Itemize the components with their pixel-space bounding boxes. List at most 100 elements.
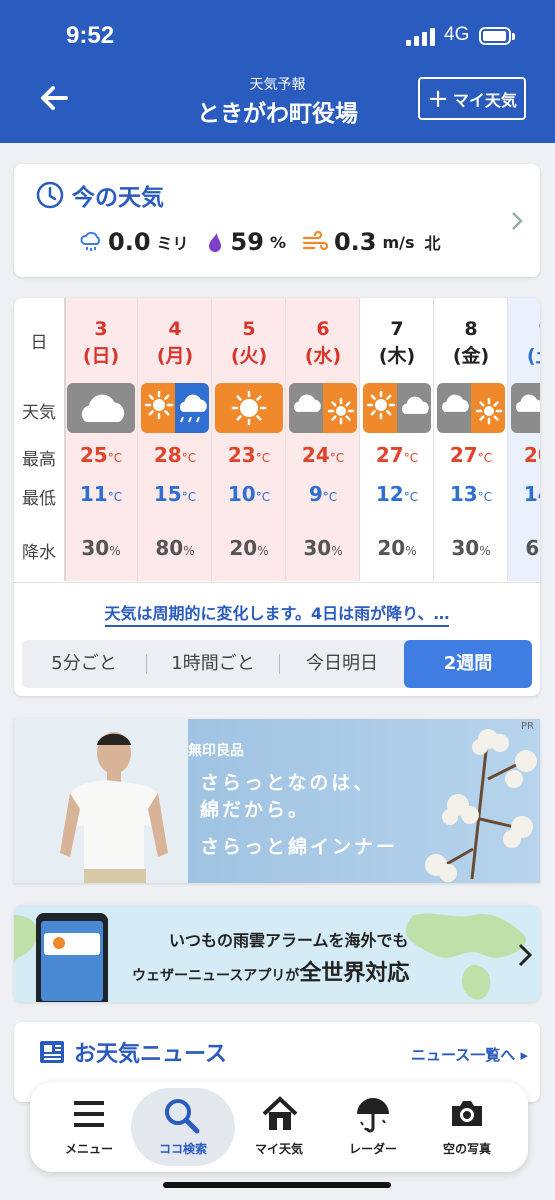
forecast-day-column[interactable]: 6 (水) 24°C 9°C 30% [286,298,360,581]
forecast-high: 27°C [360,443,434,467]
tabbar-radar[interactable]: レーダー [324,1082,422,1172]
forecast-low: 13°C [434,482,508,506]
row-label-low: 最低 [22,489,56,509]
forecast-low: 15°C [138,482,212,506]
precip-unit: % [183,544,195,558]
forecast-date: 5 (火) [212,316,286,370]
grid-divider [64,298,66,581]
ad-copy-line3: さらっと綿インナー [200,836,399,858]
home-indicator [163,1182,391,1188]
forecast-precip-value: 30 [451,536,480,560]
forecast-summary-link[interactable]: 天気は周期的に変化します。4日は雨が降り、… [14,600,540,627]
status-time: 9:52 [66,22,115,49]
forecast-high-value: 28 [153,443,182,467]
tabbar-sky-photos[interactable]: 空の写真 [418,1082,516,1172]
rain-cloud-icon [80,231,101,251]
forecast-day-num: 3 [94,318,108,340]
battery-icon [479,27,515,45]
forecast-low: 14°C [508,482,540,506]
tabbar-search[interactable]: ココ検索 [131,1088,235,1166]
network-label: 4G [444,24,470,45]
temp-unit: °C [403,490,419,504]
forecast-day-column[interactable]: 8 (金) 27°C 13°C 30% [434,298,508,581]
row-label-high: 最高 [22,450,56,470]
rain-value: 0.0 [108,228,151,256]
forecast-high-value: 23 [227,443,256,467]
sunny-weather-icon [215,383,283,433]
forecast-high: 23°C [212,443,286,467]
forecast-range-tabs: 5分ごと 1時間ごと 今日明日 2週間 [22,640,532,688]
add-my-weather-button[interactable]: + マイ天気 [418,77,526,120]
tabbar-menu[interactable]: メニュー [40,1082,138,1172]
forecast-weekday: (木) [378,345,416,367]
tab-5min[interactable]: 5分ごと [22,640,146,688]
forecast-high-value: 27 [375,443,404,467]
precip-unit: % [257,544,269,558]
sun-rain-weather-icon [141,383,209,433]
temp-unit: °C [181,451,197,465]
chevron-right-icon [518,943,533,967]
forecast-precip: 30% [286,536,360,560]
forecast-day-num: 7 [390,318,404,340]
forecast-day-column[interactable]: 5 (火) 23°C 10°C 20% [212,298,286,581]
wind-value: 0.3 [333,228,377,256]
menu-icon [74,1101,104,1127]
humidity-drop-icon [208,233,221,252]
forecast-precip-value: 30 [303,536,332,560]
forecast-precip-value: 30 [81,536,110,560]
tab-2weeks[interactable]: 2週間 [404,640,532,688]
forecast-grid: 3 (日) 25°C 11°C 30% 4 (月) 28°C 15°C 80% 5 (火) 23°C 10… [64,298,540,581]
wind-icon [302,231,328,251]
tab-hourly[interactable]: 1時間ごと [147,640,279,688]
app-header: 9:52 4G 天気予報 ときがわ町役場 + マイ天気 [0,0,555,143]
temp-unit: °C [255,490,271,504]
forecast-low-value: 11 [79,482,108,506]
home-icon [262,1096,298,1130]
forecast-high: 20°C [508,443,540,467]
forecast-day-column[interactable]: 3 (日) 25°C 11°C 30% [64,298,138,581]
bottom-tab-bar: メニュー ココ検索 マイ天気 レーダー 空の写真 [30,1082,528,1172]
tabbar-radar-label: レーダー [348,1142,397,1156]
forecast-day-column[interactable]: 7 (木) 27°C 12°C 20% [360,298,434,581]
global-app-promo-banner[interactable]: いつもの雨雲アラームを海外でも ウェザーニュースアプリが全世界対応 [14,905,540,1002]
forecast-precip-value: 60 [525,536,540,560]
forecast-low: 10°C [212,482,286,506]
clock-icon [36,181,64,209]
promo-line2-bold: 全世界対応 [299,961,410,986]
ad-pr-tag: PR [521,721,534,732]
current-weather-title: 今の天気 [36,178,164,212]
ad-copy-line1: さらっとなのは、 [200,772,376,794]
news-link-label: ニュース一覧へ [410,1046,516,1064]
forecast-weekday: (日) [82,345,120,367]
forecast-weekday: (土) [526,345,540,367]
news-list-link[interactable]: ニュース一覧へ ▸ [411,1044,528,1065]
forecast-high-value: 27 [449,443,478,467]
current-weather-values: 0.0 ミリ 59 % 0.3 m/s 北 [80,228,441,256]
camera-icon [452,1101,482,1126]
temp-unit: °C [181,490,197,504]
forecast-day-column[interactable]: 4 (月) 28°C 15°C 80% [138,298,212,581]
forecast-date: 6 (水) [286,316,360,370]
tab-today-tomorrow[interactable]: 今日明日 [280,640,404,688]
forecast-precip-value: 80 [155,536,184,560]
temp-unit: °C [477,490,493,504]
current-weather-card[interactable]: 今の天気 0.0 ミリ 59 % 0.3 m/s 北 [14,164,540,277]
person-illustration [14,719,188,883]
tabbar-my-weather-label: マイ天気 [254,1142,303,1156]
forecast-low-value: 13 [449,482,478,506]
forecast-high: 24°C [286,443,360,467]
tabbar-my-weather[interactable]: マイ天気 [230,1082,328,1172]
status-bar: 9:52 4G [0,0,555,70]
ad-brand-name: 無印良品 [188,743,244,759]
forecast-day-column[interactable]: 9 (土) 20°C 14°C 60% [508,298,540,581]
forecast-weekday: (月) [156,345,194,367]
forecast-precip: 20% [360,536,434,560]
temp-unit: °C [322,490,338,504]
umbrella-icon [357,1098,389,1133]
temp-unit: °C [107,490,123,504]
forecast-date: 3 (日) [64,316,138,370]
forecast-high: 25°C [64,443,138,467]
triangle-right-icon: ▸ [520,1046,528,1064]
forecast-low: 12°C [360,482,434,506]
temp-unit: °C [255,451,271,465]
